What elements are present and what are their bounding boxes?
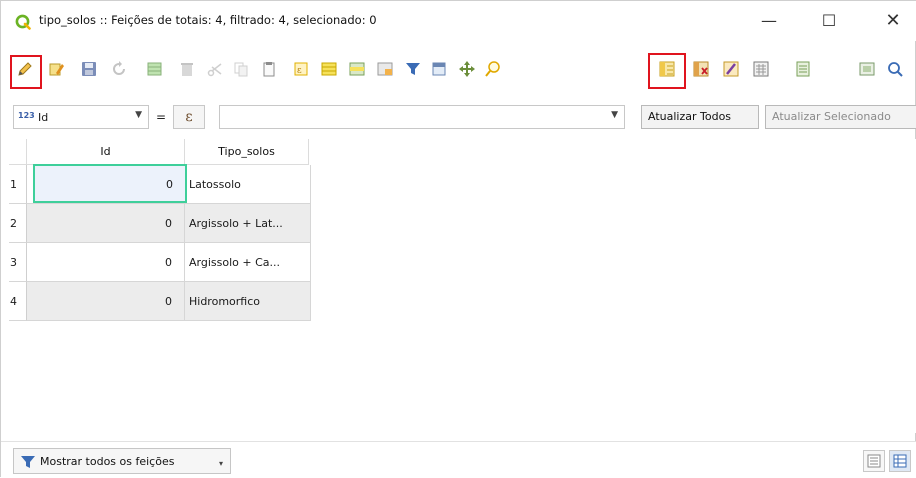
cell-id[interactable]: 0 bbox=[27, 282, 185, 321]
row-number[interactable]: 1 bbox=[9, 165, 27, 204]
expression-input[interactable]: ▼ bbox=[219, 105, 625, 129]
zoom-to-selected-icon[interactable] bbox=[479, 55, 507, 83]
corner-cell[interactable] bbox=[9, 139, 27, 165]
field-selector[interactable]: 123 Id ▼ bbox=[13, 105, 149, 129]
delete-selected-icon[interactable] bbox=[173, 55, 201, 83]
deselect-all-icon[interactable] bbox=[371, 55, 399, 83]
move-selected-top-icon[interactable] bbox=[425, 55, 453, 83]
quick-field-calculator-bar: 123 Id ▼ = ε ▼ Atualizar Todos Atualizar… bbox=[1, 101, 916, 135]
minimize-button[interactable]: — bbox=[749, 9, 789, 33]
field-type-badge: 123 bbox=[18, 111, 35, 120]
table-header: Id Tipo_solos bbox=[9, 139, 309, 165]
maximize-button[interactable]: ☐ bbox=[809, 9, 849, 33]
new-field-highlight bbox=[648, 53, 686, 89]
table-row[interactable]: 2 0 Argissolo + Lat... bbox=[9, 204, 311, 243]
expression-button[interactable]: ε bbox=[173, 105, 205, 129]
cell-tipo-solos[interactable]: Latossolo bbox=[185, 165, 311, 204]
copy-icon[interactable] bbox=[227, 55, 255, 83]
cell-tipo-solos[interactable]: Hidromorfico bbox=[185, 282, 311, 321]
qgis-q-icon bbox=[15, 14, 31, 30]
cell-id[interactable]: 0 bbox=[27, 204, 185, 243]
field-calculator-icon[interactable] bbox=[747, 55, 775, 83]
table-row[interactable]: 4 0 Hidromorfico bbox=[9, 282, 311, 321]
invert-selection-icon[interactable] bbox=[343, 55, 371, 83]
column-header-id[interactable]: Id bbox=[27, 139, 185, 165]
field-name: Id bbox=[38, 111, 49, 124]
row-number[interactable]: 2 bbox=[9, 204, 27, 243]
actions-icon[interactable] bbox=[853, 55, 881, 83]
filter-selected-icon[interactable] bbox=[399, 55, 427, 83]
title-bar: tipo_solos :: Feições de totais: 4, filt… bbox=[1, 1, 916, 41]
close-button[interactable]: ✕ bbox=[873, 9, 913, 33]
pan-to-selected-icon[interactable] bbox=[453, 55, 481, 83]
form-view-icon[interactable] bbox=[863, 450, 885, 472]
current-cell-indicator bbox=[33, 164, 187, 203]
window-title: tipo_solos :: Feições de totais: 4, filt… bbox=[39, 13, 377, 27]
paste-icon[interactable] bbox=[255, 55, 283, 83]
bottom-bar: Mostrar todos os feições ▾ bbox=[1, 441, 916, 478]
row-number[interactable]: 4 bbox=[9, 282, 27, 321]
attribute-table: Id Tipo_solos 1 0 Latossolo 2 0 Argissol… bbox=[9, 139, 916, 433]
cell-id[interactable]: 0 bbox=[27, 243, 185, 282]
expression-select-icon[interactable]: ε bbox=[287, 55, 315, 83]
save-edits-icon[interactable] bbox=[75, 55, 103, 83]
cell-tipo-solos[interactable]: Argissolo + Ca... bbox=[185, 243, 311, 282]
show-all-label: Mostrar todos os feições bbox=[40, 455, 175, 468]
cut-icon[interactable] bbox=[201, 55, 229, 83]
dock-icon[interactable] bbox=[881, 55, 909, 83]
update-selected-button[interactable]: Atualizar Selecionado bbox=[765, 105, 916, 129]
filter-icon bbox=[21, 456, 35, 468]
operator-label: = bbox=[155, 110, 167, 124]
add-feature-icon[interactable] bbox=[141, 55, 169, 83]
attribute-table-window: tipo_solos :: Feições de totais: 4, filt… bbox=[0, 0, 916, 478]
reload-table-icon[interactable] bbox=[105, 55, 133, 83]
column-header-tipo-solos[interactable]: Tipo_solos bbox=[185, 139, 309, 165]
cell-tipo-solos[interactable]: Argissolo + Lat... bbox=[185, 204, 311, 243]
table-view-icon[interactable] bbox=[889, 450, 911, 472]
select-all-icon[interactable] bbox=[315, 55, 343, 83]
table-row[interactable]: 3 0 Argissolo + Ca... bbox=[9, 243, 311, 282]
show-all-features-button[interactable]: Mostrar todos os feições ▾ bbox=[13, 448, 231, 474]
attribute-table-toolbar: ε bbox=[1, 49, 916, 93]
conditional-format-icon[interactable] bbox=[789, 55, 817, 83]
chevron-down-icon: ▾ bbox=[219, 459, 224, 468]
organize-columns-icon[interactable] bbox=[717, 55, 745, 83]
chevron-down-icon: ▼ bbox=[135, 110, 142, 120]
row-number[interactable]: 3 bbox=[9, 243, 27, 282]
svg-text:ε: ε bbox=[297, 66, 302, 76]
toggle-editing-highlight bbox=[10, 55, 42, 89]
delete-field-icon[interactable] bbox=[687, 55, 715, 83]
multi-edit-icon[interactable] bbox=[43, 55, 71, 83]
update-all-button[interactable]: Atualizar Todos bbox=[641, 105, 759, 129]
chevron-down-icon[interactable]: ▼ bbox=[611, 110, 618, 120]
